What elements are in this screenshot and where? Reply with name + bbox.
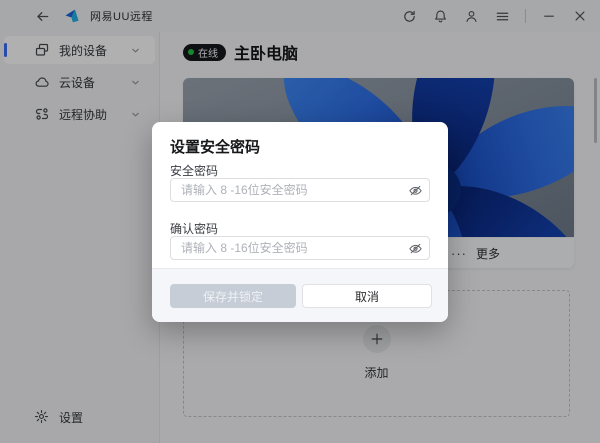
save-and-lock-button[interactable]: 保存并锁定: [170, 284, 296, 308]
app-window: 网易UU远程: [0, 0, 600, 443]
confirm-password-label: 确认密码: [170, 220, 218, 237]
toggle-password-visibility-button[interactable]: [407, 182, 423, 198]
eye-off-icon: [408, 241, 423, 256]
toggle-confirm-visibility-button[interactable]: [407, 240, 423, 256]
password-label: 安全密码: [170, 162, 218, 179]
cancel-button[interactable]: 取消: [302, 284, 432, 308]
password-input[interactable]: [170, 178, 430, 202]
eye-off-icon: [408, 183, 423, 198]
confirm-password-input[interactable]: [170, 236, 430, 260]
dialog-footer: 保存并锁定 取消: [152, 268, 448, 322]
dialog-title: 设置安全密码: [170, 136, 260, 157]
set-password-dialog: 设置安全密码 安全密码 确认密码: [152, 122, 448, 322]
